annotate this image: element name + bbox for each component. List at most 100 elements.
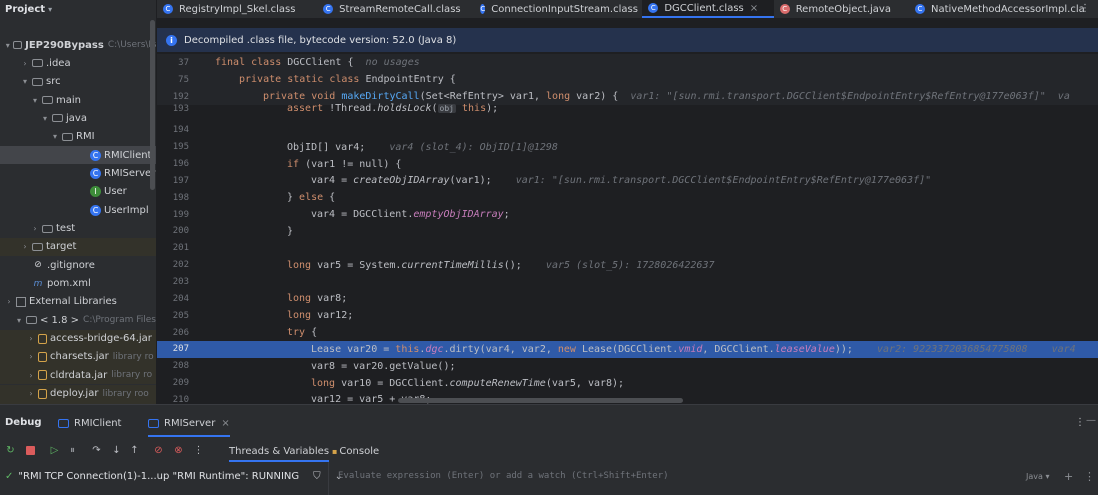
close-icon[interactable]: × xyxy=(221,418,229,429)
line-number: 197 xyxy=(172,175,189,186)
expand-arrow-icon[interactable]: ▾ xyxy=(30,96,40,105)
sticky-line[interactable]: 37 final class DGCClient { no usages xyxy=(157,54,1098,71)
code-line[interactable]: 196 if (var1 != null) { xyxy=(157,156,1098,173)
more-tabs-icon[interactable]: ⋮ xyxy=(1080,3,1090,14)
code-line[interactable]: 208 var8 = var20.getValue(); xyxy=(157,358,1098,375)
close-icon[interactable]: × xyxy=(750,3,758,14)
code-line[interactable]: 193 assert !Thread.holdsLock(obj this); xyxy=(157,100,1098,117)
tree-item[interactable]: C RMIServer xyxy=(0,164,156,182)
pause-icon[interactable]: ⏸ xyxy=(66,444,79,457)
rerun-icon[interactable]: ↻ xyxy=(4,444,17,457)
code-line[interactable]: 200} xyxy=(157,223,1098,240)
add-watch-icon[interactable]: + xyxy=(1064,470,1073,483)
tree-item[interactable]: › test xyxy=(0,220,156,238)
evaluate-expression-input[interactable]: Evaluate expression (Enter) or add a wat… xyxy=(338,471,669,481)
code-editor[interactable]: 37 final class DGCClient { no usages 75 pri… xyxy=(157,54,1098,404)
more-icon[interactable]: ⋮ xyxy=(1084,470,1095,483)
expand-arrow-icon[interactable]: › xyxy=(30,224,40,233)
editor-tab[interactable]: C ConnectionInputStream.class xyxy=(474,0,642,18)
tree-item[interactable]: › cldrdata.jar library ro xyxy=(0,366,156,385)
project-panel-header[interactable]: Project ▾ xyxy=(0,0,156,18)
file-type-icon: C xyxy=(323,4,334,14)
expand-arrow-icon[interactable]: › xyxy=(26,371,36,380)
tree-item[interactable]: ▾ < 1.8 > C:\Program Files xyxy=(0,311,156,329)
subtab-label: Console xyxy=(339,445,380,457)
editor-horizontal-scrollbar[interactable] xyxy=(398,398,683,403)
code-line[interactable]: 209 long var10 = DGCClient.computeRenewTi… xyxy=(157,375,1098,392)
more-icon[interactable]: ⋮ xyxy=(192,444,205,457)
stop-icon[interactable] xyxy=(24,444,37,457)
expand-arrow-icon[interactable]: › xyxy=(26,389,36,398)
expand-arrow-icon[interactable]: ▾ xyxy=(4,41,11,50)
tree-item[interactable]: › access-bridge-64.jar xyxy=(0,329,156,348)
code-line[interactable]: 199 var4 = DGCClient.emptyObjIDArray; xyxy=(157,206,1098,223)
view-breakpoints-icon[interactable]: ⊘ xyxy=(152,444,165,457)
expand-arrow-icon[interactable]: ▾ xyxy=(40,114,50,123)
expand-arrow-icon[interactable]: › xyxy=(20,242,30,251)
chevron-down-icon[interactable]: ▾ xyxy=(48,5,52,14)
tree-item[interactable]: › deploy.jar library roo xyxy=(0,384,156,403)
step-over-icon[interactable]: ↷ xyxy=(90,444,103,457)
code-line[interactable]: 206 try { xyxy=(157,324,1098,341)
editor-tab-label: NativeMethodAccessorImpl.cla xyxy=(931,3,1085,15)
current-execution-line[interactable]: 207 Lease var20 = this.dgc.dirty(var4, va… xyxy=(157,340,1098,358)
tree-item-label: User xyxy=(104,186,127,198)
folder-icon xyxy=(32,77,43,86)
expand-arrow-icon[interactable]: › xyxy=(26,334,36,343)
code-line[interactable]: 202 long var5 = System.currentTimeMillis(… xyxy=(157,257,1098,274)
tree-item[interactable]: › .idea xyxy=(0,54,156,72)
editor-tab[interactable]: C NativeMethodAccessorImpl.cla xyxy=(909,0,1098,18)
code-line[interactable]: 197 var4 = createObjIDArray(var1); var1: … xyxy=(157,172,1098,189)
filter-icon[interactable]: ⛉ xyxy=(313,471,321,482)
expand-arrow-icon[interactable]: ▾ xyxy=(14,316,24,325)
more-options-icon[interactable]: ⋮ xyxy=(1075,417,1085,428)
editor-tab[interactable]: C RegistryImpl_Skel.class xyxy=(157,0,317,18)
code-line[interactable]: 195 ObjID[] var4; var4 (slot_4): ObjID[1]… xyxy=(157,139,1098,156)
tree-item[interactable]: › charsets.jar library ro xyxy=(0,347,156,366)
code-line[interactable]: 203 xyxy=(157,274,1098,291)
tree-item[interactable]: › External Libraries xyxy=(0,293,156,311)
expand-arrow-icon[interactable]: ▾ xyxy=(20,77,30,86)
code-line[interactable]: 201 xyxy=(157,240,1098,257)
editor-tab[interactable]: C RemoteObject.java xyxy=(774,0,909,18)
console-icon: ▪ xyxy=(332,446,338,456)
tree-item[interactable]: ▾ java xyxy=(0,109,156,127)
code-line[interactable]: 198} else { xyxy=(157,189,1098,206)
code-line[interactable]: 204 long var8; xyxy=(157,290,1098,307)
tree-item[interactable]: C UserImpl xyxy=(0,201,156,219)
line-number: 201 xyxy=(172,243,189,254)
expand-arrow-icon[interactable]: ▾ xyxy=(50,132,60,141)
tree-item[interactable]: ▾ src xyxy=(0,73,156,91)
resume-icon[interactable]: ▷ xyxy=(48,444,61,457)
debug-session-tab-rmiclient[interactable]: RMIClient xyxy=(58,411,121,435)
tree-item[interactable]: ▾ main xyxy=(0,91,156,109)
tree-item[interactable]: m pom.xml xyxy=(0,275,156,293)
tree-item[interactable]: ⊘ .gitignore xyxy=(0,256,156,274)
minimize-icon[interactable]: — xyxy=(1086,415,1096,426)
editor-tab[interactable]: C StreamRemoteCall.class xyxy=(317,0,474,18)
tab-threads-variables[interactable]: Threads & Variables xyxy=(229,442,330,462)
language-selector[interactable]: Java ▾ xyxy=(1026,472,1049,481)
project-scrollbar[interactable] xyxy=(150,20,155,190)
code-text: long var10 = DGCClient.computeRenewTime(… xyxy=(311,377,625,389)
code-line[interactable]: 194 xyxy=(157,122,1098,139)
tree-item[interactable]: ▾ RMI xyxy=(0,128,156,146)
line-number: 202 xyxy=(172,260,189,271)
expand-arrow-icon[interactable]: › xyxy=(4,297,14,306)
expand-arrow-icon[interactable]: › xyxy=(20,59,30,68)
editor-tab[interactable]: C DGCClient.class × xyxy=(642,0,774,18)
expand-arrow-icon[interactable]: › xyxy=(26,352,36,361)
thread-selector[interactable]: ✓ "RMI TCP Connection(1)-1...up "RMI Run… xyxy=(5,471,343,482)
step-into-icon[interactable]: ↓ xyxy=(110,444,123,457)
debug-frames-row: ✓ "RMI TCP Connection(1)-1...up "RMI Run… xyxy=(0,462,1098,495)
tree-item[interactable]: C RMIClient xyxy=(0,146,156,165)
tree-item[interactable]: ▾ JEP290Bypass C:\Users\Ra xyxy=(0,36,156,54)
tree-item[interactable]: I User xyxy=(0,183,156,201)
sticky-line[interactable]: 75 private static class EndpointEntry { xyxy=(157,71,1098,88)
code-line[interactable]: 205 long var12; xyxy=(157,307,1098,324)
debug-session-tab-rmiserver[interactable]: RMIServer × xyxy=(148,411,230,437)
tab-console[interactable]: ▪ Console xyxy=(332,442,379,460)
mute-breakpoints-icon[interactable]: ⊗ xyxy=(172,444,185,457)
tree-item[interactable]: › target xyxy=(0,237,156,256)
step-out-icon[interactable]: ↑ xyxy=(128,444,141,457)
